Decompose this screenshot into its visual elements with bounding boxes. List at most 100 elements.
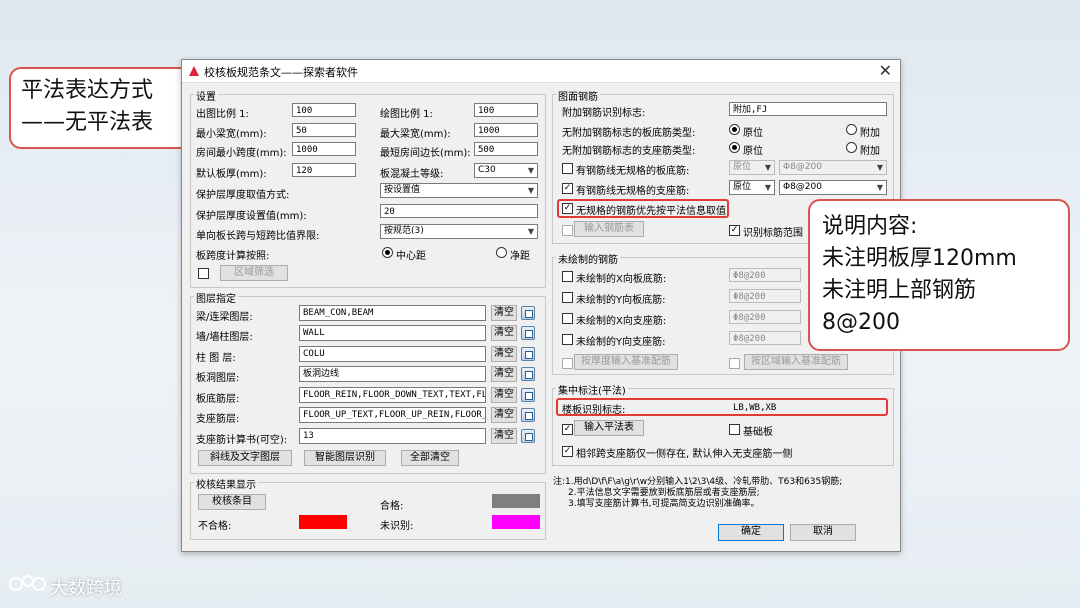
beam-layer-pick-icon[interactable] [521,306,535,320]
bottom-type-orig-label: 原位 [743,128,763,139]
min-span-input[interactable]: 1000 [292,142,356,156]
undrawn-y-bottom-checkbox[interactable] [562,292,573,303]
calc-book-clear-button[interactable]: 清空 [491,428,517,444]
priority-label: 无规格的钢筋优先按平法信息取值 [576,206,726,217]
min-side-input[interactable]: 500 [474,142,538,156]
by-thickness-button[interactable]: 按厚度输入基准配筋 [574,354,678,370]
undrawn-x-support-input[interactable]: Φ8@200 [729,310,801,324]
hatch-text-layer-button[interactable]: 斜线及文字图层 [198,450,292,466]
support-irregular-checkbox[interactable]: ✓ [562,183,573,194]
bottom-rebar-layer-clear-button[interactable]: 清空 [491,387,517,403]
bottom-type-add-label: 附加 [860,128,880,139]
bottom-rebar-layer-pick-icon[interactable] [521,388,535,402]
dialog-title: 校核板规范条文——探索者软件 [204,66,358,79]
by-thickness-checkbox[interactable] [562,358,573,369]
cover-method-select[interactable]: 按设置值 ▼ [380,183,538,198]
fail-color-swatch[interactable] [299,515,347,529]
callout-left-line2: ——无平法表 [21,110,154,135]
support-type-label: 无附加钢筋标志的支座筋类型: [562,146,696,157]
cover-method-value: 按设置值 [384,185,421,195]
foundation-checkbox[interactable] [729,424,740,435]
span-calc-label: 板跨度计算按照: [196,251,270,262]
bottom-rebar-layer-input[interactable]: FLOOR_REIN,FLOOR_DOWN_TEXT,TEXT,FL [299,387,486,403]
bottom-irregular-pos-value: 原位 [733,162,752,172]
calc-book-input[interactable]: 13 [299,428,486,444]
undrawn-x-bottom-input[interactable]: Φ8@200 [729,268,801,282]
support-type-add-radio[interactable] [846,142,857,153]
wall-layer-clear-button[interactable]: 清空 [491,325,517,341]
input-table-checkbox[interactable] [562,225,573,236]
beam-layer-input[interactable]: BEAM_CON,BEAM [299,305,486,321]
column-layer-clear-button[interactable]: 清空 [491,346,517,362]
column-layer-input[interactable]: COLU [299,346,486,362]
support-irregular-pos-select[interactable]: 原位 ▼ [729,180,775,195]
undrawn-x-support-checkbox[interactable] [562,313,573,324]
wall-layer-pick-icon[interactable] [521,326,535,340]
concrete-grade-select[interactable]: C30 ▼ [474,163,538,178]
undrawn-y-support-input[interactable]: Φ8@200 [729,331,801,345]
pass-color-swatch[interactable] [492,494,540,508]
close-icon[interactable]: ✕ [879,61,892,80]
wall-layer-input[interactable]: WALL [299,325,486,341]
radio-center[interactable] [382,247,393,258]
bottom-irregular-spec-select[interactable]: Φ8@200 ▼ [779,160,887,175]
cover-value-input[interactable]: 20 [380,204,538,218]
ok-button[interactable]: 确定 [718,524,784,541]
bottom-irregular-checkbox[interactable] [562,163,573,174]
support-irregular-spec-select[interactable]: Φ8@200 ▼ [779,180,887,195]
hole-layer-pick-icon[interactable] [521,367,535,381]
input-pingfa-button[interactable]: 输入平法表 [574,420,644,436]
by-region-checkbox[interactable] [729,358,740,369]
clear-all-button[interactable]: 全部清空 [401,450,459,466]
bottom-type-orig-radio[interactable] [729,124,740,135]
adjacent-checkbox[interactable]: ✓ [562,446,573,457]
input-rebar-table-button[interactable]: 输入钢筋表 [574,221,644,237]
cancel-button[interactable]: 取消 [790,524,856,541]
column-layer-pick-icon[interactable] [521,347,535,361]
priority-checkbox[interactable]: ✓ [562,203,573,214]
cover-value-label: 保护层厚度设置值(mm): [196,211,307,222]
region-filter-checkbox[interactable] [198,268,209,279]
bottom-rebar-layer-label: 板底筋层: [196,394,240,405]
draw-scale-input[interactable]: 100 [474,103,538,117]
support-type-orig-radio[interactable] [729,142,740,153]
hole-layer-input[interactable]: 板洞边线 [299,366,486,382]
undrawn-x-bottom-checkbox[interactable] [562,271,573,282]
undrawn-x-support-label: 未绘制的X向支座筋: [576,316,667,327]
bottom-type-add-radio[interactable] [846,124,857,135]
support-rebar-layer-clear-button[interactable]: 清空 [491,407,517,423]
span-ratio-select[interactable]: 按规范(3) ▼ [380,224,538,239]
bottom-irregular-pos-select[interactable]: 原位 ▼ [729,160,775,175]
recognize-range-checkbox[interactable]: ✓ [729,225,740,236]
support-rebar-layer-pick-icon[interactable] [521,408,535,422]
watermark-text: 大数跨境 [50,578,122,599]
region-filter-button[interactable]: 区域筛选 [220,265,288,281]
min-beam-input[interactable]: 50 [292,123,356,137]
by-region-button[interactable]: 按区域输入基准配筋 [744,354,848,370]
check-items-button[interactable]: 校核条目 [198,494,266,510]
slab-mark-input[interactable]: LB,WB,XB [729,400,885,414]
max-beam-input[interactable]: 1000 [474,123,538,137]
undrawn-legend: 未绘制的钢筋 [556,251,620,266]
min-span-label: 房间最小跨度(mm): [196,148,287,159]
undrawn-y-support-label: 未绘制的Y向支座筋: [576,337,666,348]
print-scale-input[interactable]: 100 [292,103,356,117]
calc-book-pick-icon[interactable] [521,429,535,443]
default-thickness-input[interactable]: 120 [292,163,356,177]
support-irregular-spec-value: Φ8@200 [783,182,822,192]
check-dialog: 校核板规范条文——探索者软件 ✕ 设置 出图比例 1: 100 最小梁宽(mm)… [181,59,901,552]
radio-clear[interactable] [496,247,507,258]
unknown-color-swatch[interactable] [492,515,540,529]
default-thickness-label: 默认板厚(mm): [196,169,267,180]
hole-layer-clear-button[interactable]: 清空 [491,366,517,382]
input-pingfa-checkbox[interactable]: ✓ [562,424,573,435]
support-rebar-layer-input[interactable]: FLOOR_UP_TEXT,FLOOR_UP_REIN,FLOOR_ [299,407,486,423]
adjacent-label: 相邻跨支座筋仅一侧存在, 默认伸入无支座筋一侧 [576,449,793,460]
undrawn-y-bottom-input[interactable]: Φ8@200 [729,289,801,303]
bottom-irregular-label: 有钢筋线无规格的板底筋: [576,166,690,177]
beam-layer-clear-button[interactable]: 清空 [491,305,517,321]
centralized-legend: 集中标注(平法) [556,382,628,397]
undrawn-y-support-checkbox[interactable] [562,334,573,345]
smart-layer-button[interactable]: 智能图层识别 [304,450,386,466]
add-mark-input[interactable]: 附加,FJ [729,102,887,116]
